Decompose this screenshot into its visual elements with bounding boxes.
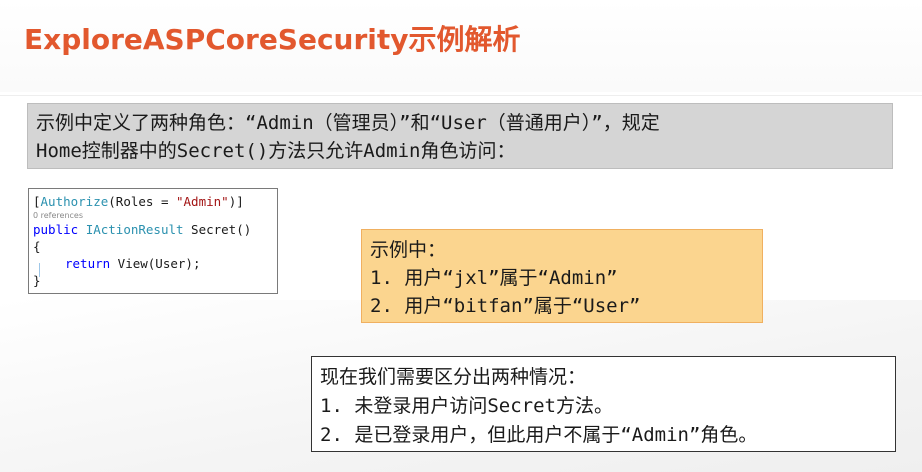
code-return-expr: View(User); xyxy=(110,256,201,271)
code-roles-suffix: )] xyxy=(228,194,244,209)
code-attribute-line: [Authorize(Roles = "Admin")] xyxy=(33,193,277,210)
code-kw-return: return xyxy=(65,256,111,271)
slide-title: ExploreASPCoreSecurity示例解析 xyxy=(24,23,521,56)
code-references-lens[interactable]: 0 references xyxy=(33,210,277,221)
cases-item-2: 2. 是已登录用户，但此用户不属于“Admin”角色。 xyxy=(320,424,758,446)
example-item-2: 2. 用户“bitfan”属于“User” xyxy=(370,295,641,317)
background-divider xyxy=(0,95,922,96)
code-indent-guide xyxy=(39,263,40,277)
code-snippet: [Authorize(Roles = "Admin")] 0 reference… xyxy=(28,188,278,294)
intro-line-2: Home控制器中的Secret()方法只允许Admin角色访问： xyxy=(36,140,516,162)
code-return-type: IActionResult xyxy=(85,222,184,237)
intro-line-1: 示例中定义了两种角色：“Admin（管理员）”和“User（普通用户）”，规定 xyxy=(36,112,660,134)
code-bracket-open: [ xyxy=(33,194,41,209)
cases-item-1: 1. 未登录用户访问Secret方法。 xyxy=(320,395,613,417)
example-item-1: 1. 用户“jxl”属于“Admin” xyxy=(370,267,618,289)
code-brace-close: } xyxy=(33,273,41,288)
code-method-name: Secret() xyxy=(183,222,252,237)
code-authorize: Authorize xyxy=(40,194,109,209)
code-roles-value: "Admin" xyxy=(176,194,229,209)
code-kw-public: public xyxy=(33,222,79,237)
code-signature-line: public IActionResult Secret() xyxy=(33,221,277,238)
example-box: 示例中： 1. 用户“jxl”属于“Admin” 2. 用户“bitfan”属于… xyxy=(361,229,763,323)
cases-heading: 现在我们需要区分出两种情况： xyxy=(320,366,587,388)
code-roles-prefix: (Roles = xyxy=(108,194,176,209)
cases-box: 现在我们需要区分出两种情况： 1. 未登录用户访问Secret方法。 2. 是已… xyxy=(311,356,896,452)
intro-text-box: 示例中定义了两种角色：“Admin（管理员）”和“User（普通用户）”，规定 … xyxy=(27,103,893,169)
code-return-line: return View(User); xyxy=(33,255,277,272)
code-brace-open: { xyxy=(33,239,41,254)
example-heading: 示例中： xyxy=(370,239,447,261)
